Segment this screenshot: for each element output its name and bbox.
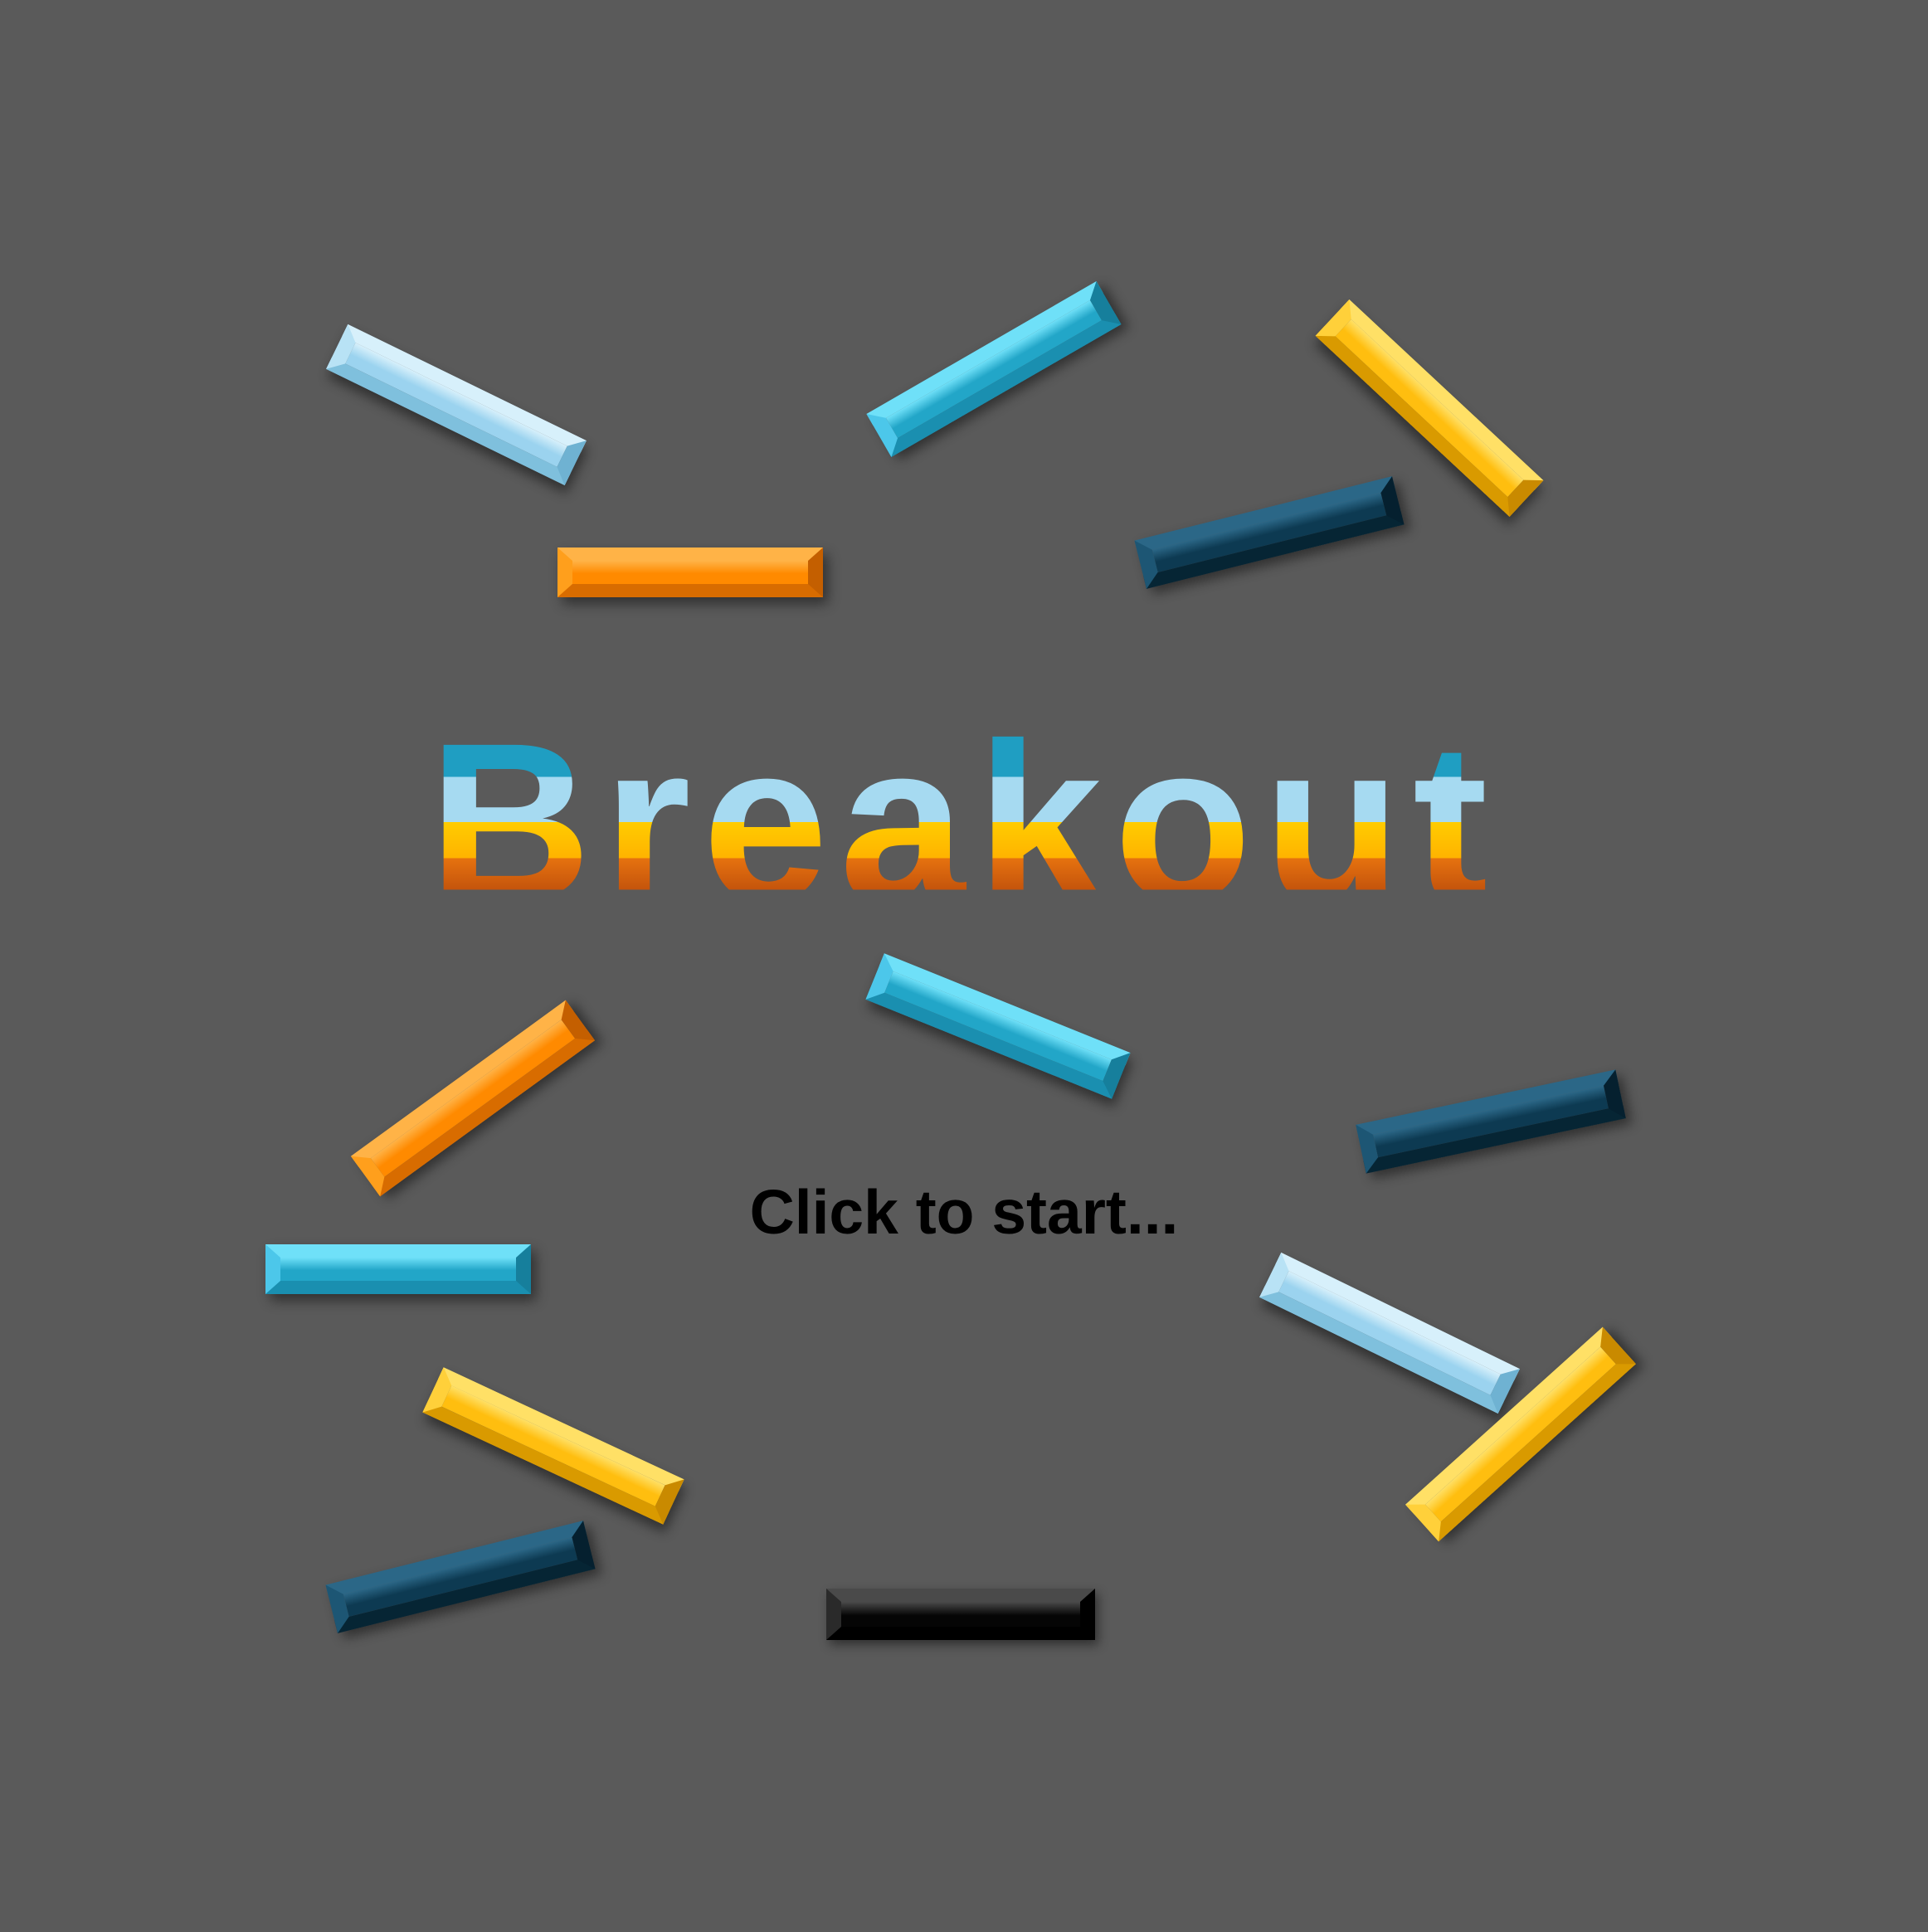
click-to-start-prompt[interactable]: Click to start... [0,1176,1928,1248]
brick [1259,1252,1520,1414]
brick [1315,299,1544,518]
brick [557,547,823,597]
brick [865,953,1131,1099]
brick [350,1000,596,1197]
brick [422,1367,684,1525]
brick [325,1521,596,1633]
paddle [826,1589,1095,1640]
game-title: Breakout [0,709,1928,935]
brick [1356,1069,1626,1174]
brick [866,281,1122,457]
brick [1134,476,1405,589]
brick [265,1244,531,1294]
game-canvas[interactable]: Breakout Click to start... [0,0,1928,1932]
brick [326,324,587,486]
